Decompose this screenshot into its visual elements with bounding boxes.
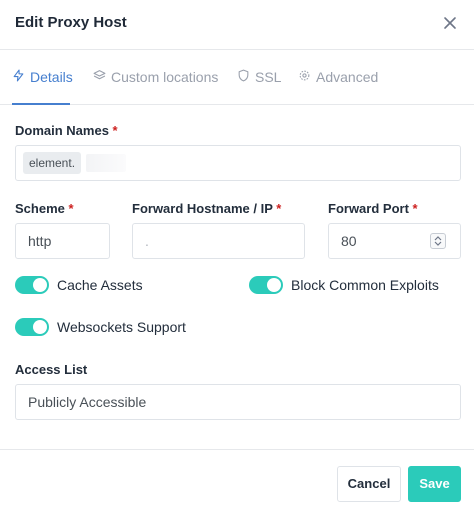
- tab-label: Advanced: [316, 69, 379, 85]
- tab-label: Custom locations: [111, 69, 219, 85]
- tab-bar: Details Custom locations SSL Advanced: [0, 51, 474, 105]
- scheme-label: Scheme *: [15, 201, 74, 216]
- block-exploits-toggle[interactable]: [249, 276, 283, 294]
- save-button[interactable]: Save: [408, 466, 461, 502]
- websockets-toggle[interactable]: [15, 318, 49, 336]
- tab-ssl[interactable]: SSL: [237, 69, 281, 85]
- redacted-text: [86, 154, 126, 172]
- tab-custom-locations[interactable]: Custom locations: [93, 69, 218, 85]
- close-icon[interactable]: [440, 13, 460, 33]
- tab-details[interactable]: Details: [12, 69, 73, 85]
- tab-label: SSL: [255, 69, 282, 85]
- toggle-knob: [33, 278, 47, 292]
- shield-icon: [237, 69, 250, 85]
- layers-icon: [93, 69, 106, 85]
- forward-hostname-input[interactable]: .: [132, 223, 305, 259]
- active-tab-indicator: [12, 103, 70, 105]
- modal-footer: [0, 449, 474, 518]
- tab-advanced[interactable]: Advanced: [298, 69, 378, 85]
- gear-icon: [298, 69, 311, 85]
- websockets-label: Websockets Support: [57, 319, 186, 335]
- cancel-button[interactable]: Cancel: [337, 466, 401, 502]
- toggle-knob: [267, 278, 281, 292]
- access-list-label: Access List: [15, 362, 88, 377]
- forward-port-label: Forward Port *: [328, 201, 418, 216]
- toggle-knob: [33, 320, 47, 334]
- tab-label: Details: [30, 69, 73, 85]
- domain-names-label: Domain Names *: [15, 123, 118, 138]
- modal-header: Edit Proxy Host: [0, 0, 474, 50]
- access-list-select[interactable]: Publicly Accessible: [15, 384, 461, 420]
- forward-hostname-label: Forward Hostname / IP *: [132, 201, 282, 216]
- domain-chip[interactable]: element.: [23, 152, 82, 174]
- cache-assets-label: Cache Assets: [57, 277, 143, 293]
- scheme-input[interactable]: http: [15, 223, 110, 259]
- cache-assets-toggle[interactable]: [15, 276, 49, 294]
- modal-title: Edit Proxy Host: [15, 14, 127, 31]
- block-exploits-label: Block Common Exploits: [291, 277, 439, 293]
- domain-names-input[interactable]: [15, 145, 461, 181]
- bolt-icon: [12, 69, 25, 85]
- port-stepper[interactable]: [430, 233, 446, 249]
